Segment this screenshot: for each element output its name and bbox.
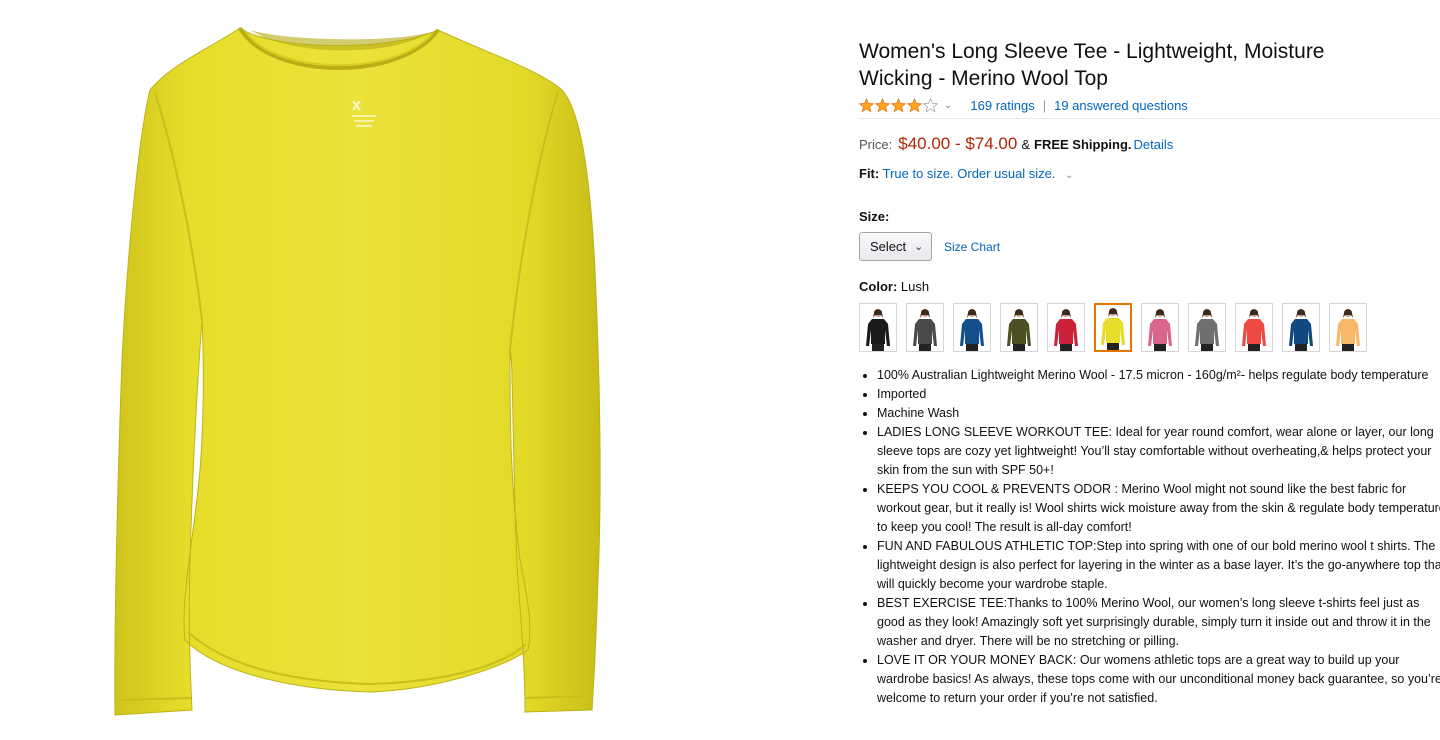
- color-swatches: [859, 303, 1440, 352]
- color-swatch-lush[interactable]: [1094, 303, 1132, 352]
- fit-label: Fit:: [859, 166, 880, 181]
- color-swatch-coral[interactable]: [1235, 303, 1273, 352]
- chevron-down-icon: ⌄: [914, 241, 924, 253]
- feature-bullet: LOVE IT OR YOUR MONEY BACK: Our womens a…: [877, 651, 1440, 708]
- star-icon: [907, 97, 922, 113]
- shirt-shape: [114, 27, 601, 716]
- answered-questions-link[interactable]: 19 answered questions: [1054, 98, 1188, 113]
- color-swatch-pink[interactable]: [1141, 303, 1179, 352]
- product-page: X Women's Long Sleeve Tee - Lightweight,…: [0, 0, 1440, 740]
- color-swatch-olive[interactable]: [1000, 303, 1038, 352]
- model-thumbnail-icon: [960, 309, 984, 351]
- feature-bullet: BEST EXERCISE TEE:Thanks to 100% Merino …: [877, 594, 1440, 651]
- rating-row: ⌄ 169 ratings | 19 answered questions: [859, 96, 1440, 114]
- feature-bullet: Machine Wash: [877, 404, 1440, 423]
- model-thumbnail-icon: [1148, 309, 1172, 351]
- fit-row: Fit: True to size. Order usual size. ⌄: [859, 166, 1440, 181]
- price-value: $40.00 - $74.00: [898, 134, 1018, 153]
- star-icon: [923, 97, 938, 113]
- product-title: Women's Long Sleeve Tee - Lightweight, M…: [859, 38, 1399, 92]
- model-thumbnail-icon: [866, 309, 890, 351]
- color-swatch-peach[interactable]: [1329, 303, 1367, 352]
- model-thumbnail-icon: [1242, 309, 1266, 351]
- color-swatch-black[interactable]: [859, 303, 897, 352]
- size-label: Size:: [859, 209, 890, 224]
- price-label: Price:: [859, 137, 893, 152]
- color-swatch-charcoal[interactable]: [906, 303, 944, 352]
- color-label: Color:: [859, 279, 898, 294]
- free-shipping-label: FREE Shipping.: [1034, 137, 1132, 152]
- chevron-down-icon[interactable]: ⌄: [944, 100, 952, 111]
- product-title-text: Women's Long Sleeve Tee - Lightweight, M…: [859, 40, 1325, 90]
- model-thumbnail-icon: [1054, 309, 1078, 351]
- ratings-link[interactable]: 169 ratings: [970, 98, 1034, 113]
- model-thumbnail-icon: [1007, 309, 1031, 351]
- color-label-row: Color: Lush: [859, 279, 1440, 294]
- color-swatch-gray[interactable]: [1188, 303, 1226, 352]
- star-icon: [875, 97, 890, 113]
- divider: [859, 118, 1440, 119]
- feature-bullet: 100% Australian Lightweight Merino Wool …: [877, 366, 1440, 385]
- color-value: Lush: [900, 279, 930, 294]
- size-row: Select ⌄ Size Chart: [859, 232, 1440, 261]
- model-thumbnail-icon: [913, 309, 937, 351]
- color-swatch-navy-blue[interactable]: [1282, 303, 1320, 352]
- feature-bullets: 100% Australian Lightweight Merino Wool …: [859, 366, 1440, 708]
- star-icon: [859, 97, 874, 113]
- feature-bullet: LADIES LONG SLEEVE WORKOUT TEE: Ideal fo…: [877, 423, 1440, 480]
- svg-text:X: X: [352, 99, 362, 113]
- feature-bullet: FUN AND FABULOUS ATHLETIC TOP:Step into …: [877, 537, 1440, 594]
- product-details: Women's Long Sleeve Tee - Lightweight, M…: [859, 38, 1440, 708]
- fit-text-link[interactable]: True to size. Order usual size.: [883, 166, 1056, 181]
- size-select-dropdown[interactable]: Select ⌄: [859, 232, 932, 261]
- ampersand: &: [1021, 137, 1031, 152]
- shipping-details-link[interactable]: Details: [1134, 137, 1174, 152]
- star-rating[interactable]: [859, 97, 938, 113]
- star-icon: [891, 97, 906, 113]
- feature-bullet: Imported: [877, 385, 1440, 404]
- chevron-down-icon[interactable]: ⌄: [1065, 170, 1073, 181]
- separator: |: [1042, 97, 1047, 113]
- model-thumbnail-icon: [1195, 309, 1219, 351]
- price-row: Price: $40.00 - $74.00 & FREE Shipping. …: [859, 134, 1440, 154]
- color-swatch-red[interactable]: [1047, 303, 1085, 352]
- color-swatch-blue[interactable]: [953, 303, 991, 352]
- model-thumbnail-icon: [1289, 309, 1313, 351]
- size-select-value: Select: [870, 239, 907, 254]
- feature-bullet: KEEPS YOU COOL & PREVENTS ODOR : Merino …: [877, 480, 1440, 537]
- model-thumbnail-icon: [1336, 309, 1360, 351]
- size-chart-link[interactable]: Size Chart: [944, 240, 1000, 254]
- model-thumbnail-icon: [1101, 308, 1125, 350]
- product-main-image[interactable]: X: [100, 20, 620, 730]
